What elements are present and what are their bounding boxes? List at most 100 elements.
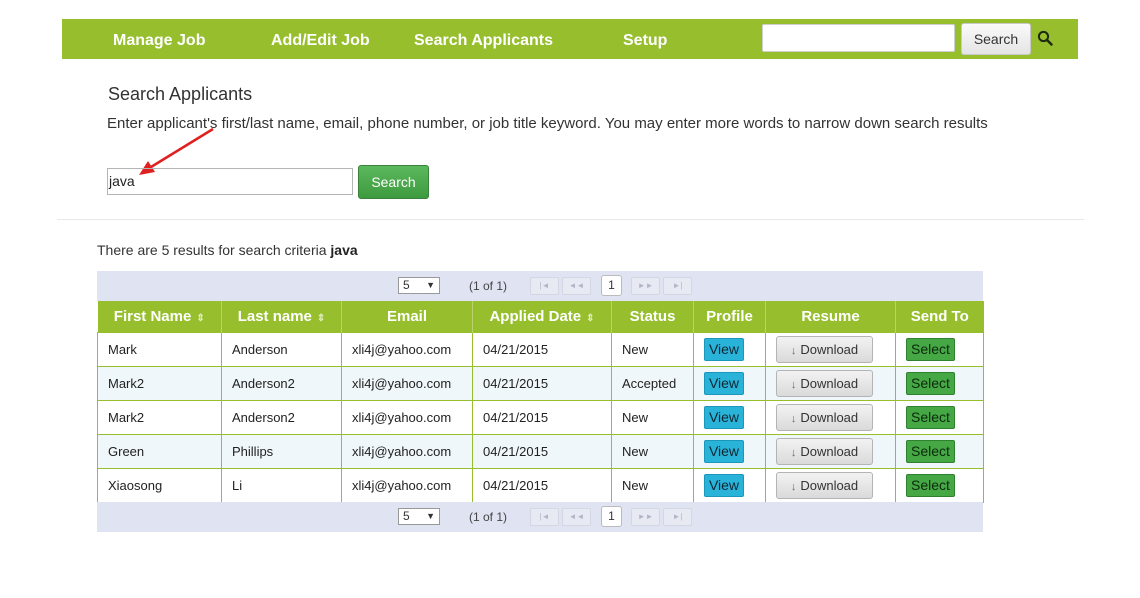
download-icon: ↓ [790,481,797,493]
cell-status: New [611,332,694,367]
cell-status: New [611,468,694,503]
cell-last-name: Phillips [221,434,342,469]
cell-send-to: Select [895,366,984,401]
search-icon[interactable] [1037,30,1053,46]
cell-email: xli4j@yahoo.com [341,366,473,401]
first-page-button[interactable]: |◄ [530,277,559,295]
prev-page-button[interactable]: ◄◄ [562,277,591,295]
cell-last-name: Anderson [221,332,342,367]
download-icon: ↓ [790,447,797,459]
col-email: Email [341,301,473,333]
col-first-name[interactable]: First Name ⇕ [97,301,222,333]
paginator-bottom: 5 ▼ (1 of 1) |◄ ◄◄ 1 ►► ►| [97,502,983,532]
download-resume-button[interactable]: ↓ Download [776,438,873,465]
col-applied-date[interactable]: Applied Date ⇕ [472,301,612,333]
cell-status: New [611,400,694,435]
view-profile-button[interactable]: View [704,474,744,497]
first-page-icon: |◄ [539,281,550,290]
select-button[interactable]: Select [906,406,955,429]
col-first-name-label: First Name [113,308,192,325]
download-label: Download [800,342,859,357]
prev-page-icon: ◄◄ [568,512,585,521]
cell-last-name: Anderson2 [221,400,342,435]
next-page-button[interactable]: ►► [631,277,660,295]
next-page-icon: ►► [637,281,654,290]
page-info: (1 of 1) [469,279,508,293]
cell-email: xli4j@yahoo.com [341,332,473,367]
cell-status: Accepted [611,366,694,401]
page-size-select[interactable]: 5 ▼ [398,508,440,525]
cell-profile: View [693,434,766,469]
col-profile: Profile [693,301,766,333]
cell-resume: ↓ Download [765,468,896,503]
next-page-button[interactable]: ►► [631,508,660,526]
sort-icon: ⇕ [316,313,326,324]
cell-first-name: Mark [97,332,222,367]
page-info: (1 of 1) [469,510,508,524]
page-size-select[interactable]: 5 ▼ [398,277,440,294]
page-number-button[interactable]: 1 [601,275,622,296]
download-label: Download [800,478,859,493]
nav-manage-job[interactable]: Manage Job [113,32,205,50]
select-button[interactable]: Select [906,440,955,463]
nav-add-edit-job[interactable]: Add/Edit Job [271,32,370,50]
next-page-icon: ►► [637,512,654,521]
download-resume-button[interactable]: ↓ Download [776,472,873,499]
view-profile-button[interactable]: View [704,440,744,463]
top-navbar: Manage Job Add/Edit Job Search Applicant… [62,19,1078,59]
page-title: Search Applicants [108,84,253,104]
cell-applied-date: 04/21/2015 [472,332,612,367]
page-size-value: 5 [403,509,410,523]
cell-profile: View [693,332,766,367]
download-icon: ↓ [790,413,797,425]
sort-icon: ⇕ [196,313,205,324]
cell-email: xli4j@yahoo.com [341,400,473,435]
table-row: Green Phillips xli4j@yahoo.com 04/21/201… [97,434,984,469]
cell-last-name: Anderson2 [221,366,342,401]
applicant-search-button[interactable]: Search [358,165,429,199]
view-profile-button[interactable]: View [704,338,744,361]
first-page-button[interactable]: |◄ [530,508,559,526]
view-profile-button[interactable]: View [704,372,744,395]
nav-search-applicants[interactable]: Search Applicants [414,32,553,50]
chevron-down-icon: ▼ [426,280,435,290]
applicant-search-input[interactable]: java [107,168,353,195]
cell-last-name: Li [221,468,342,503]
page-number-button[interactable]: 1 [601,506,622,527]
cell-first-name: Xiaosong [97,468,222,503]
cell-applied-date: 04/21/2015 [472,366,612,401]
last-page-button[interactable]: ►| [663,277,692,295]
download-resume-button[interactable]: ↓ Download [776,370,873,397]
col-resume: Resume [765,301,896,333]
table-row: Xiaosong Li xli4j@yahoo.com 04/21/2015 N… [97,468,984,503]
paginator-top: 5 ▼ (1 of 1) |◄ ◄◄ 1 ►► ►| [97,271,983,301]
cell-resume: ↓ Download [765,434,896,469]
select-button[interactable]: Select [906,338,955,361]
cell-resume: ↓ Download [765,332,896,367]
col-applied-date-label: Applied Date [489,308,582,325]
col-last-name[interactable]: Last name ⇕ [221,301,342,333]
view-profile-button[interactable]: View [704,406,744,429]
section-divider [57,219,1084,220]
download-label: Download [800,410,859,425]
download-resume-button[interactable]: ↓ Download [776,336,873,363]
results-summary: There are 5 results for search criteria … [97,242,358,258]
prev-page-button[interactable]: ◄◄ [562,508,591,526]
cell-status: New [611,434,694,469]
cell-resume: ↓ Download [765,366,896,401]
table-header-row: First Name ⇕ Last name ⇕ Email Applied Dat… [97,301,984,333]
nav-setup[interactable]: Setup [623,32,667,50]
select-button[interactable]: Select [906,474,955,497]
nav-search-button[interactable]: Search [961,23,1031,55]
download-label: Download [800,444,859,459]
last-page-button[interactable]: ►| [663,508,692,526]
page-size-value: 5 [403,278,410,292]
download-resume-button[interactable]: ↓ Download [776,404,873,431]
select-button[interactable]: Select [906,372,955,395]
download-label: Download [800,376,859,391]
col-send-to: Send To [895,301,984,333]
col-status: Status [611,301,694,333]
sort-icon: ⇕ [586,313,595,324]
nav-search-input[interactable] [762,24,955,52]
cell-applied-date: 04/21/2015 [472,434,612,469]
